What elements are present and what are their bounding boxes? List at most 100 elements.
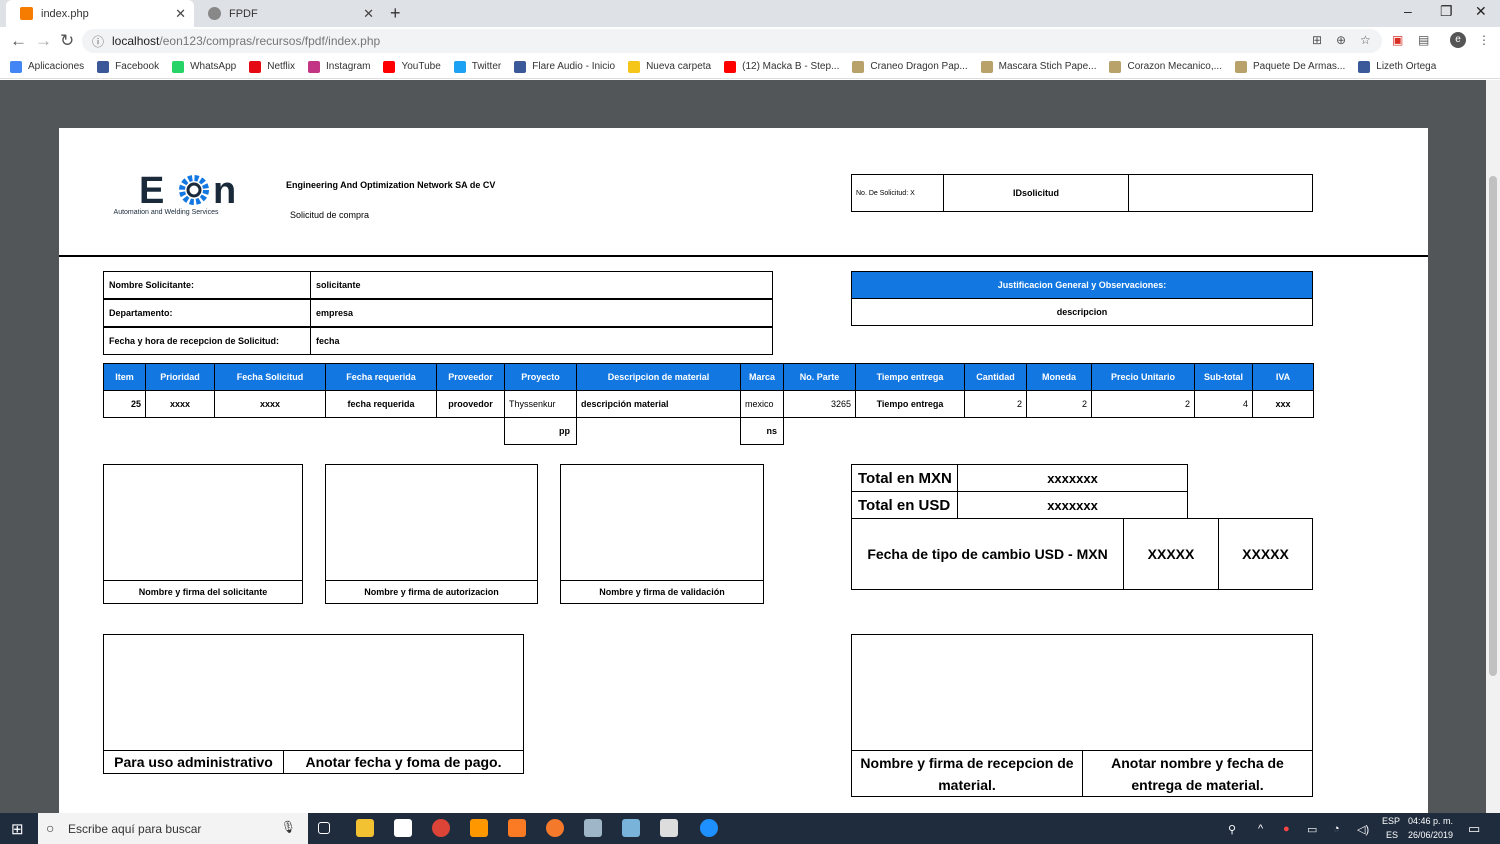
bookmark-icon xyxy=(453,60,466,73)
notes-icon[interactable] xyxy=(622,819,640,837)
windows-start-icon[interactable]: ⊞ xyxy=(11,820,24,838)
bookmark-icon xyxy=(97,60,110,73)
notifications-icon[interactable]: ▭ xyxy=(1468,821,1480,837)
bookmark-item[interactable]: Craneo Dragon Pap... xyxy=(852,60,968,73)
fx-value-2: XXXXX xyxy=(1218,518,1313,590)
clock-date[interactable]: 26/06/2019 xyxy=(1408,830,1453,840)
bookmark-label: Instagram xyxy=(326,61,371,72)
table-cell: proovedor xyxy=(436,390,505,418)
wifi-icon[interactable]: ◔ xyxy=(1333,823,1340,835)
bookmark-label: Lizeth Ortega xyxy=(1376,61,1437,72)
bookmark-label: Corazon Mecanico,... xyxy=(1127,61,1222,72)
new-tab-button[interactable]: + xyxy=(390,3,401,24)
table-cell: 2 xyxy=(964,390,1027,418)
tab-bar: index.php ✕ FPDF ✕ + – ❐ ✕ xyxy=(0,0,1500,27)
zoom-icon[interactable]: ⊕ xyxy=(1336,33,1346,47)
url-host: localhost xyxy=(112,34,160,48)
bookmark-icon xyxy=(628,60,641,73)
table-cell: Tiempo entrega xyxy=(855,390,965,418)
tab-title: FPDF xyxy=(229,7,258,20)
bookmark-item[interactable]: Corazon Mecanico,... xyxy=(1109,60,1222,73)
total-mxn-value: xxxxxxx xyxy=(957,464,1188,492)
bookmark-item[interactable]: Flare Audio - Inicio xyxy=(514,60,616,73)
blender-icon[interactable] xyxy=(546,819,564,837)
close-window-button[interactable]: ✕ xyxy=(1475,3,1487,20)
lang-primary[interactable]: ESP xyxy=(1382,816,1400,826)
signature-box xyxy=(560,464,764,581)
translate-icon[interactable]: ⊞ xyxy=(1312,33,1322,47)
chevron-up-icon[interactable]: ^ xyxy=(1258,823,1263,835)
people-icon[interactable]: ⚲ xyxy=(1228,823,1236,836)
profile-avatar[interactable]: e xyxy=(1450,32,1466,48)
xampp-icon[interactable] xyxy=(508,819,526,837)
bookmark-item[interactable]: Facebook xyxy=(97,60,160,73)
scrollbar-thumb[interactable] xyxy=(1489,176,1497,676)
bookmark-icon xyxy=(514,60,527,73)
tab-index-php[interactable]: index.php ✕ xyxy=(6,0,194,27)
table-header-cell: No. Parte xyxy=(783,363,856,391)
doc-type: Solicitud de compra xyxy=(290,210,370,220)
bookmark-item[interactable]: Mascara Stich Pape... xyxy=(980,60,1096,73)
maximize-button[interactable]: ❐ xyxy=(1440,3,1453,20)
table-cell: 3265 xyxy=(783,390,856,418)
extension-icon[interactable]: ▤ xyxy=(1418,33,1429,47)
table-cell: 2 xyxy=(1026,390,1092,418)
app-icon[interactable] xyxy=(584,819,602,837)
lang-secondary[interactable]: ES xyxy=(1386,830,1398,840)
edge-icon[interactable] xyxy=(700,819,718,837)
table-cell: mexico xyxy=(740,390,784,418)
taskbar-search[interactable]: ○ Escribe aquí para buscar 🎙 xyxy=(38,813,308,844)
table-header-cell: Marca xyxy=(740,363,784,391)
bookmark-item[interactable]: WhatsApp xyxy=(172,60,236,73)
close-tab-icon[interactable]: ✕ xyxy=(363,6,374,22)
chrome-icon[interactable] xyxy=(432,819,450,837)
scrollbar[interactable] xyxy=(1486,80,1500,813)
bookmark-item[interactable]: Instagram xyxy=(308,60,371,73)
reception-box xyxy=(851,634,1313,751)
extension-icon[interactable]: ▣ xyxy=(1392,33,1403,47)
bookmark-item[interactable]: YouTube xyxy=(383,60,441,73)
tab-fpdf[interactable]: FPDF ✕ xyxy=(194,0,382,27)
file-explorer-icon[interactable] xyxy=(356,819,374,837)
back-icon[interactable]: ← xyxy=(10,31,27,51)
clock-time[interactable]: 04:46 p. m. xyxy=(1408,816,1453,826)
menu-icon[interactable]: ⋮ xyxy=(1478,33,1490,47)
bookmark-item[interactable]: (12) Macka B - Step... xyxy=(724,60,839,73)
search-placeholder: Escribe aquí para buscar xyxy=(68,821,202,836)
table-header-cell: IVA xyxy=(1252,363,1314,391)
bookmark-label: Flare Audio - Inicio xyxy=(532,61,616,72)
fx-label: Fecha de tipo de cambio USD - MXN xyxy=(851,518,1124,590)
reload-icon[interactable]: ↻ xyxy=(60,31,74,51)
info-label: Fecha y hora de recepcion de Solicitud: xyxy=(103,327,311,355)
bookmark-item[interactable]: Nueva carpeta xyxy=(628,60,712,73)
volume-icon[interactable]: ◁) xyxy=(1357,823,1369,836)
bookmark-icon xyxy=(1358,60,1371,73)
bookmark-label: Craneo Dragon Pap... xyxy=(870,61,968,72)
fx-value-1: XXXXX xyxy=(1123,518,1219,590)
antivirus-icon[interactable]: ● xyxy=(1283,823,1290,835)
bookmark-item[interactable]: Twitter xyxy=(453,60,501,73)
address-bar-row: ← → ↻ ⓘ localhost /eon123/compras/recurs… xyxy=(0,27,1500,55)
bookmark-item[interactable]: Lizeth Ortega xyxy=(1358,60,1437,73)
battery-icon[interactable]: ▭ xyxy=(1307,823,1317,836)
bookmark-icon xyxy=(172,60,185,73)
bookmark-label: Facebook xyxy=(115,61,160,72)
sublime-text-icon[interactable] xyxy=(470,819,488,837)
mail-icon[interactable] xyxy=(394,819,412,837)
calendar-icon[interactable] xyxy=(660,819,678,837)
bookmark-item[interactable]: Netflix xyxy=(249,60,295,73)
table-header-cell: Prioridad xyxy=(145,363,215,391)
forward-icon[interactable]: → xyxy=(35,31,52,51)
bookmark-item[interactable]: Aplicaciones xyxy=(10,60,84,73)
close-tab-icon[interactable]: ✕ xyxy=(175,6,186,22)
bookmark-item[interactable]: Paquete De Armas... xyxy=(1234,60,1345,73)
bookmark-icon xyxy=(852,60,865,73)
svg-text:n: n xyxy=(213,170,236,212)
table-cell: fecha requerida xyxy=(325,390,437,418)
url-field[interactable]: ⓘ localhost /eon123/compras/recursos/fpd… xyxy=(82,29,1382,53)
bookmark-label: Nueva carpeta xyxy=(646,61,712,72)
task-view-icon[interactable] xyxy=(318,822,330,834)
star-icon[interactable]: ☆ xyxy=(1360,33,1371,47)
microphone-icon[interactable]: 🎙 xyxy=(281,820,296,834)
minimize-button[interactable]: – xyxy=(1404,3,1412,19)
